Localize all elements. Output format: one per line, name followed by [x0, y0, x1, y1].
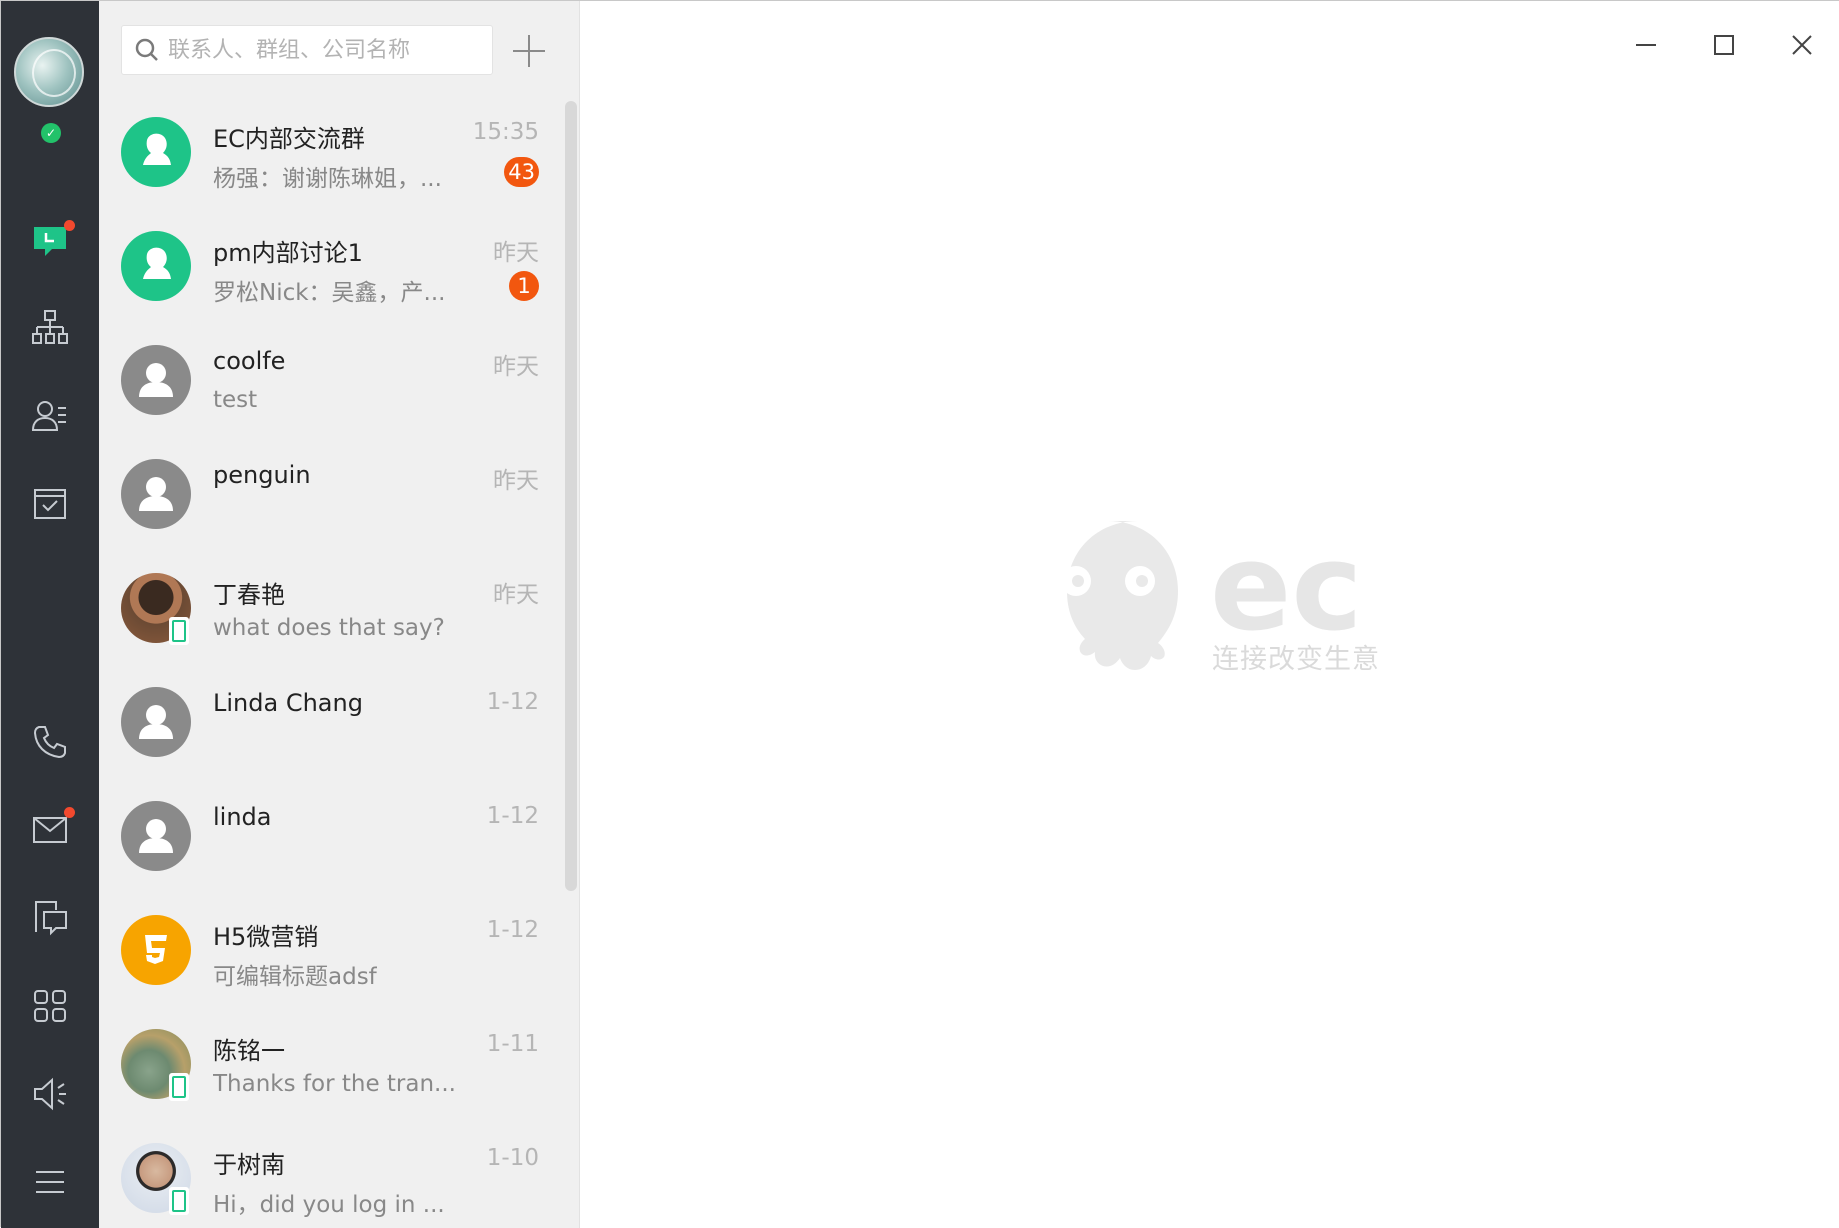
nav-contacts[interactable] [1, 381, 99, 451]
group-avatar [121, 231, 191, 301]
session-item[interactable]: 丁春艳 what does that say? 昨天 [99, 553, 561, 667]
session-time: 1-12 [486, 917, 539, 943]
session-time: 1-12 [486, 803, 539, 829]
mobile-online-icon [169, 1187, 189, 1215]
maximize-icon [1714, 35, 1734, 55]
mobile-online-icon [169, 617, 189, 645]
session-list-pane: EC内部交流群 杨强：谢谢陈琳姐，... 15:35 43 pm内部讨论1 罗松… [99, 1, 580, 1228]
nav-chat[interactable] [1, 206, 99, 276]
default-avatar [121, 801, 191, 871]
session-name: 陈铭一 [213, 1037, 285, 1065]
session-preview: what does that say? [213, 615, 445, 641]
person-icon [139, 705, 173, 739]
nav-mail[interactable] [1, 795, 99, 865]
group-icon [143, 133, 171, 165]
session-time: 昨天 [493, 468, 539, 494]
session-item[interactable]: penguin 昨天 [99, 439, 561, 553]
plus-icon[interactable] [509, 31, 549, 71]
session-time: 1-12 [486, 689, 539, 715]
slogan-text: 连接改变生意 [1212, 644, 1380, 675]
session-item[interactable]: linda 1-12 [99, 781, 561, 895]
nav-tasks[interactable] [1, 469, 99, 539]
session-item[interactable]: EC内部交流群 杨强：谢谢陈琳姐，... 15:35 43 [99, 97, 561, 211]
group-avatar [121, 117, 191, 187]
default-avatar [121, 459, 191, 529]
session-time: 1-10 [486, 1145, 539, 1171]
session-name: coolfe [213, 347, 286, 375]
phone-icon [33, 726, 66, 759]
nav-apps[interactable] [1, 971, 99, 1041]
unread-badge: 1 [509, 271, 539, 301]
menu-icon [36, 1171, 64, 1193]
session-time: 昨天 [493, 240, 539, 266]
session-name: penguin [213, 461, 311, 489]
nav-announce[interactable] [1, 1059, 99, 1129]
session-name: EC内部交流群 [213, 125, 365, 153]
session-name: H5微营销 [213, 923, 319, 951]
session-name: 丁春艳 [213, 581, 285, 609]
mail-icon [33, 817, 67, 843]
minimize-icon [1636, 44, 1656, 46]
session-preview: 罗松Nick：吴鑫，产... [213, 280, 446, 306]
online-status-icon: ✓ [41, 123, 61, 143]
session-item[interactable]: coolfe test 昨天 [99, 325, 561, 439]
session-item[interactable]: 于树南 Hi，did you log in ... 1-10 [99, 1123, 561, 1228]
session-preview: 杨强：谢谢陈琳姐，... [213, 166, 442, 192]
session-list-scrollbar[interactable] [565, 101, 577, 891]
org-chart-icon [32, 310, 68, 344]
session-name: pm内部讨论1 [213, 239, 363, 267]
session-time: 昨天 [493, 582, 539, 608]
search-input[interactable] [168, 37, 468, 63]
session-time: 昨天 [493, 354, 539, 380]
session-item[interactable]: Linda Chang 1-12 [99, 667, 561, 781]
group-icon [143, 247, 171, 279]
speaker-icon [34, 1077, 66, 1111]
session-name: linda [213, 803, 272, 831]
close-button[interactable] [1780, 23, 1824, 67]
unread-badge: 43 [504, 157, 539, 187]
nav-org[interactable] [1, 293, 99, 363]
nav-menu[interactable] [1, 1147, 99, 1217]
session-name: Linda Chang [213, 689, 363, 717]
session-preview: test [213, 387, 258, 413]
person-icon [139, 819, 173, 853]
task-icon [34, 489, 66, 519]
session-time: 1-11 [486, 1031, 539, 1057]
left-nav: ✓ [1, 1, 99, 1228]
maximize-button[interactable] [1702, 23, 1746, 67]
mobile-online-icon [169, 1073, 189, 1101]
chat-notify-dot [64, 220, 75, 231]
apps-icon [34, 990, 66, 1022]
session-item[interactable]: 陈铭一 Thanks for the tran... 1-11 [99, 1009, 561, 1123]
ec-app-window: ✓ 联系人、群组、公司名称 EC内部交流群 杨强：谢谢陈琳姐，... 15:35… [0, 0, 1839, 1228]
session-time: 15:35 [472, 119, 539, 145]
html5-avatar [121, 915, 191, 985]
nav-phone[interactable] [1, 707, 99, 777]
html5-icon [145, 935, 167, 964]
close-icon [1792, 35, 1812, 55]
contacts-icon [31, 401, 66, 431]
search-icon [135, 38, 158, 61]
person-icon [139, 477, 173, 511]
mail-notify-dot [64, 807, 75, 818]
default-avatar [121, 687, 191, 757]
session-preview: 可编辑标题adsf [213, 964, 377, 990]
nav-docs[interactable] [1, 883, 99, 953]
person-icon [139, 363, 173, 397]
chat-docs-icon [35, 901, 67, 936]
minimize-button[interactable] [1624, 23, 1668, 67]
main-pane: ec 连接改变生意 [580, 1, 1839, 1228]
session-preview: Thanks for the tran... [213, 1071, 456, 1097]
user-avatar[interactable] [14, 37, 84, 107]
search-box[interactable] [121, 25, 493, 75]
session-item[interactable]: H5微营销 可编辑标题adsf 1-12 [99, 895, 561, 1009]
session-preview: Hi，did you log in ... [213, 1192, 445, 1218]
session-item[interactable]: pm内部讨论1 罗松Nick：吴鑫，产... 昨天 1 [99, 211, 561, 325]
session-name: 于树南 [213, 1151, 285, 1179]
default-avatar [121, 345, 191, 415]
